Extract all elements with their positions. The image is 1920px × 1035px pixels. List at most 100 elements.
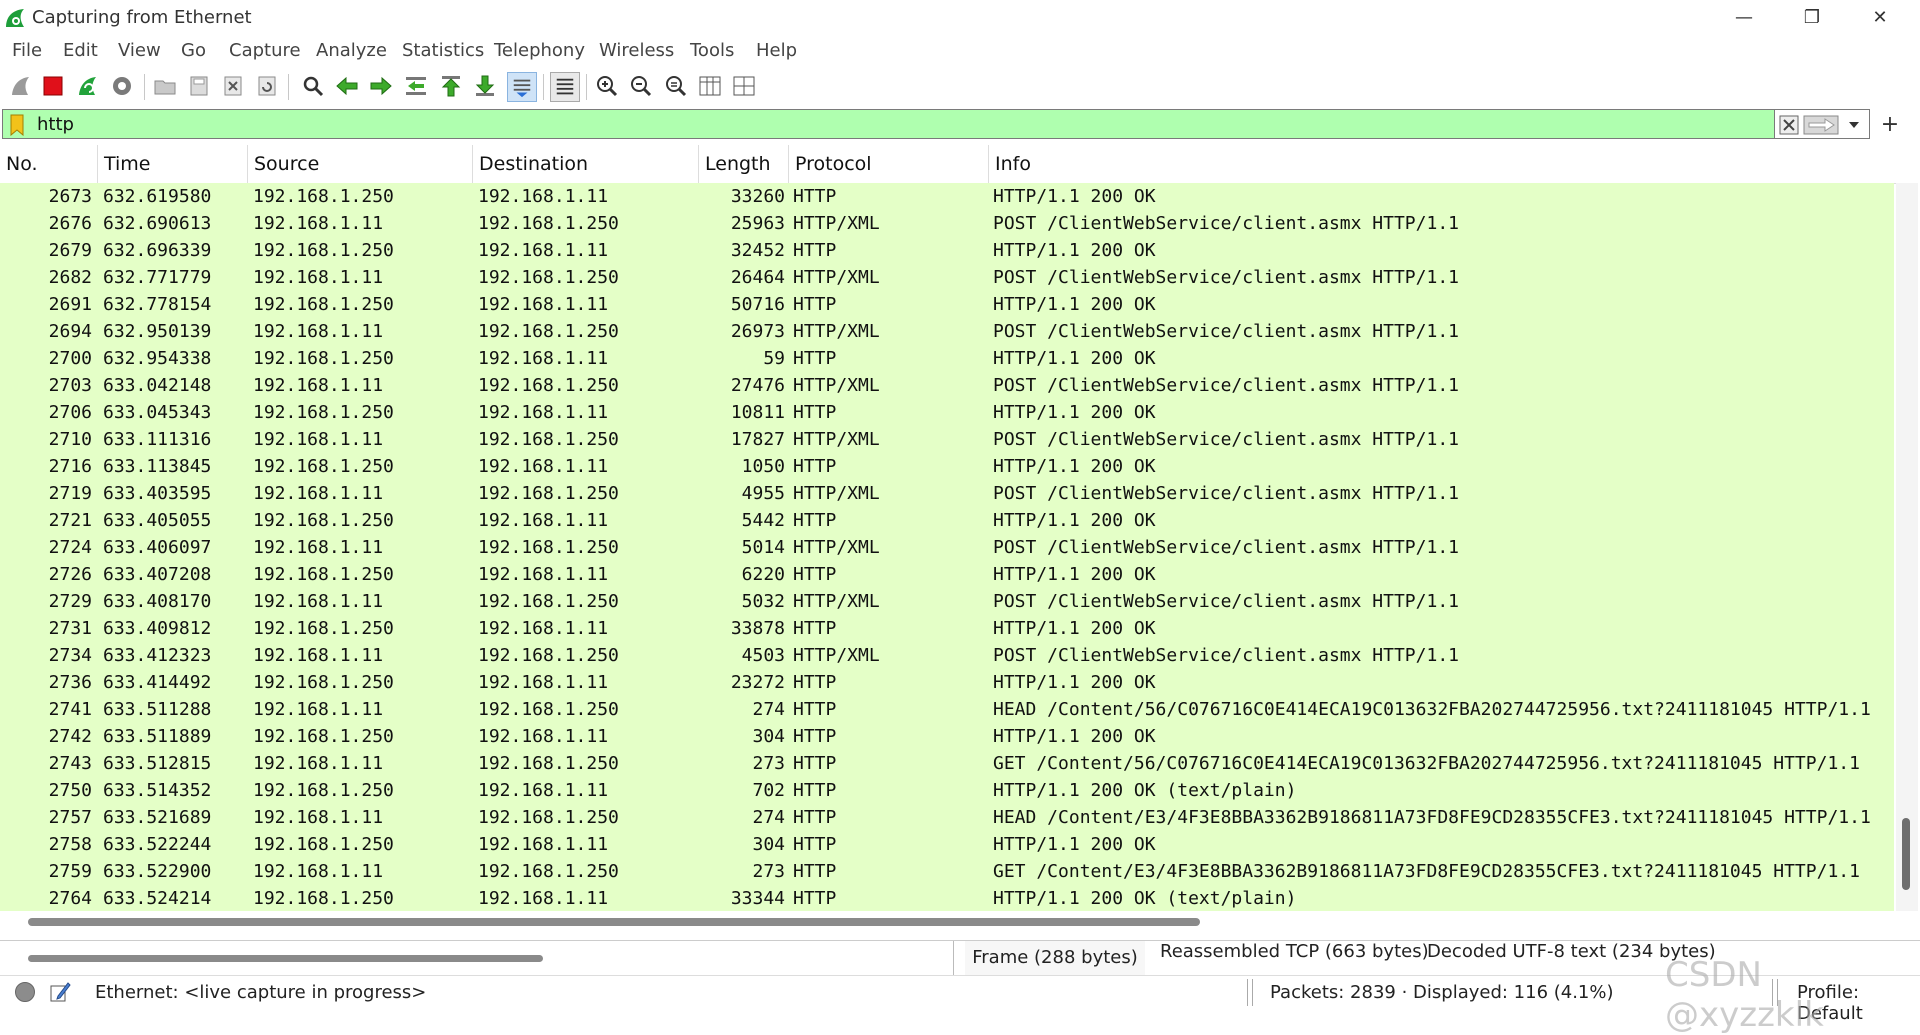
bytes-scrollbar-thumb[interactable] [28, 955, 543, 962]
table-row[interactable]: 2729 633.408170 192.168.1.11 192.168.1.250 5… [0, 588, 1894, 615]
cell-no: 2676 [48, 213, 92, 234]
menu-go[interactable]: Go [181, 40, 206, 61]
horizontal-scrollbar[interactable] [0, 911, 1896, 933]
menu-analyze[interactable]: Analyze [316, 40, 387, 61]
cell-no: 2710 [48, 429, 92, 450]
capture-comment-icon[interactable] [48, 980, 72, 1004]
chevron-down-icon[interactable] [1847, 118, 1861, 132]
column-header-no[interactable]: No. [0, 145, 98, 183]
column-header-info[interactable]: Info [989, 145, 1896, 183]
menu-telephony[interactable]: Telephony [494, 40, 585, 61]
table-row[interactable]: 2694 632.950139 192.168.1.11 192.168.1.250 2… [0, 318, 1894, 345]
vertical-scrollbar[interactable] [1896, 183, 1918, 911]
go-back-icon[interactable] [333, 72, 361, 100]
cell-info: POST /ClientWebService/client.asmx HTTP/… [993, 645, 1459, 666]
cell-source: 192.168.1.250 [253, 456, 394, 477]
go-first-icon[interactable] [437, 72, 465, 100]
table-row[interactable]: 2734 633.412323 192.168.1.11 192.168.1.250 4… [0, 642, 1894, 669]
vertical-scrollbar-thumb[interactable] [1902, 818, 1910, 890]
cell-info: HEAD /Content/56/C076716C0E414ECA19C0136… [993, 699, 1871, 720]
column-header-destination[interactable]: Destination [473, 145, 699, 183]
column-header-length[interactable]: Length [699, 145, 789, 183]
tab-frame-bytes[interactable]: Frame (288 bytes) [965, 941, 1145, 975]
go-to-packet-icon[interactable] [402, 72, 430, 100]
zoom-in-icon[interactable] [593, 72, 621, 100]
display-filter-input[interactable] [37, 112, 1767, 136]
table-row[interactable]: 2731 633.409812 192.168.1.250 192.168.1.11 3… [0, 615, 1894, 642]
cell-no: 2719 [48, 483, 92, 504]
table-row[interactable]: 2742 633.511889 192.168.1.250 192.168.1.11 3… [0, 723, 1894, 750]
find-packet-icon[interactable] [299, 72, 327, 100]
go-last-icon[interactable] [471, 72, 499, 100]
table-row[interactable]: 2724 633.406097 192.168.1.11 192.168.1.250 5… [0, 534, 1894, 561]
column-header-time[interactable]: Time [98, 145, 248, 183]
apply-filter-icon[interactable] [1803, 115, 1839, 135]
table-row[interactable]: 2703 633.042148 192.168.1.11 192.168.1.250 2… [0, 372, 1894, 399]
bookmark-icon[interactable] [9, 114, 25, 136]
clear-filter-icon[interactable] [1779, 115, 1799, 135]
restart-capture-icon[interactable] [74, 72, 102, 100]
close-window-button[interactable]: ✕ [1846, 0, 1914, 34]
table-row[interactable]: 2741 633.511288 192.168.1.11 192.168.1.250 2… [0, 696, 1894, 723]
table-row[interactable]: 2736 633.414492 192.168.1.250 192.168.1.11 2… [0, 669, 1894, 696]
table-row[interactable]: 2706 633.045343 192.168.1.250 192.168.1.11 1… [0, 399, 1894, 426]
cell-protocol: HTTP [793, 510, 837, 531]
table-row[interactable]: 2750 633.514352 192.168.1.250 192.168.1.11 7… [0, 777, 1894, 804]
menu-tools[interactable]: Tools [690, 40, 734, 61]
menu-file[interactable]: File [12, 40, 42, 61]
save-file-icon[interactable] [185, 72, 213, 100]
cell-time: 632.619580 [103, 186, 212, 207]
expert-info-icon[interactable] [15, 982, 35, 1002]
tab-reassembled-tcp[interactable]: Reassembled TCP (663 bytes) [1160, 937, 1429, 967]
stop-capture-icon[interactable] [39, 72, 67, 100]
cell-source: 192.168.1.11 [253, 321, 384, 342]
table-row[interactable]: 2758 633.522244 192.168.1.250 192.168.1.11 3… [0, 831, 1894, 858]
table-row[interactable]: 2757 633.521689 192.168.1.11 192.168.1.250 2… [0, 804, 1894, 831]
capture-options-icon[interactable] [108, 72, 136, 100]
reload-file-icon[interactable] [253, 72, 281, 100]
toolbar-separator [288, 74, 289, 100]
table-row[interactable]: 2716 633.113845 192.168.1.250 192.168.1.11 1… [0, 453, 1894, 480]
table-row[interactable]: 2676 632.690613 192.168.1.11 192.168.1.250 2… [0, 210, 1894, 237]
column-header-protocol[interactable]: Protocol [789, 145, 989, 183]
autoscroll-icon[interactable] [507, 72, 537, 102]
horizontal-scrollbar-thumb[interactable] [28, 918, 1200, 926]
resize-columns-icon[interactable] [696, 72, 724, 100]
cell-length: 4503 [741, 645, 785, 666]
cell-time: 633.412323 [103, 645, 212, 666]
menu-statistics[interactable]: Statistics [402, 40, 484, 61]
menu-capture[interactable]: Capture [229, 40, 301, 61]
menu-wireless[interactable]: Wireless [599, 40, 674, 61]
table-row[interactable]: 2691 632.778154 192.168.1.250 192.168.1.11 5… [0, 291, 1894, 318]
table-row[interactable]: 2682 632.771779 192.168.1.11 192.168.1.250 2… [0, 264, 1894, 291]
menu-edit[interactable]: Edit [63, 40, 98, 61]
table-row[interactable]: 2673 632.619580 192.168.1.250 192.168.1.11 3… [0, 183, 1894, 210]
table-row[interactable]: 2679 632.696339 192.168.1.250 192.168.1.11 3… [0, 237, 1894, 264]
shark-fin-start-icon[interactable] [7, 72, 35, 100]
cell-destination: 192.168.1.11 [478, 240, 609, 261]
go-forward-icon[interactable] [367, 72, 395, 100]
table-row[interactable]: 2721 633.405055 192.168.1.250 192.168.1.11 5… [0, 507, 1894, 534]
table-row[interactable]: 2743 633.512815 192.168.1.11 192.168.1.250 2… [0, 750, 1894, 777]
table-row[interactable]: 2759 633.522900 192.168.1.11 192.168.1.250 2… [0, 858, 1894, 885]
colorize-icon[interactable] [550, 72, 580, 102]
add-filter-button[interactable]: + [1875, 109, 1905, 139]
open-file-icon[interactable] [151, 72, 179, 100]
column-header-source[interactable]: Source [248, 145, 473, 183]
restore-button[interactable]: ❐ [1778, 0, 1846, 34]
zoom-normal-icon[interactable] [662, 72, 690, 100]
menu-view[interactable]: View [118, 40, 161, 61]
cell-destination: 192.168.1.250 [478, 267, 619, 288]
layout-icon[interactable] [730, 72, 758, 100]
table-row[interactable]: 2764 633.524214 192.168.1.250 192.168.1.11 3… [0, 885, 1894, 911]
zoom-out-icon[interactable] [627, 72, 655, 100]
table-row[interactable]: 2700 632.954338 192.168.1.250 192.168.1.11 5… [0, 345, 1894, 372]
minimize-button[interactable]: — [1710, 0, 1778, 34]
cell-destination: 192.168.1.250 [478, 753, 619, 774]
table-row[interactable]: 2726 633.407208 192.168.1.250 192.168.1.11 6… [0, 561, 1894, 588]
cell-info: HTTP/1.1 200 OK [993, 510, 1156, 531]
table-row[interactable]: 2719 633.403595 192.168.1.11 192.168.1.250 4… [0, 480, 1894, 507]
table-row[interactable]: 2710 633.111316 192.168.1.11 192.168.1.250 1… [0, 426, 1894, 453]
close-file-icon[interactable] [219, 72, 247, 100]
menu-help[interactable]: Help [756, 40, 797, 61]
